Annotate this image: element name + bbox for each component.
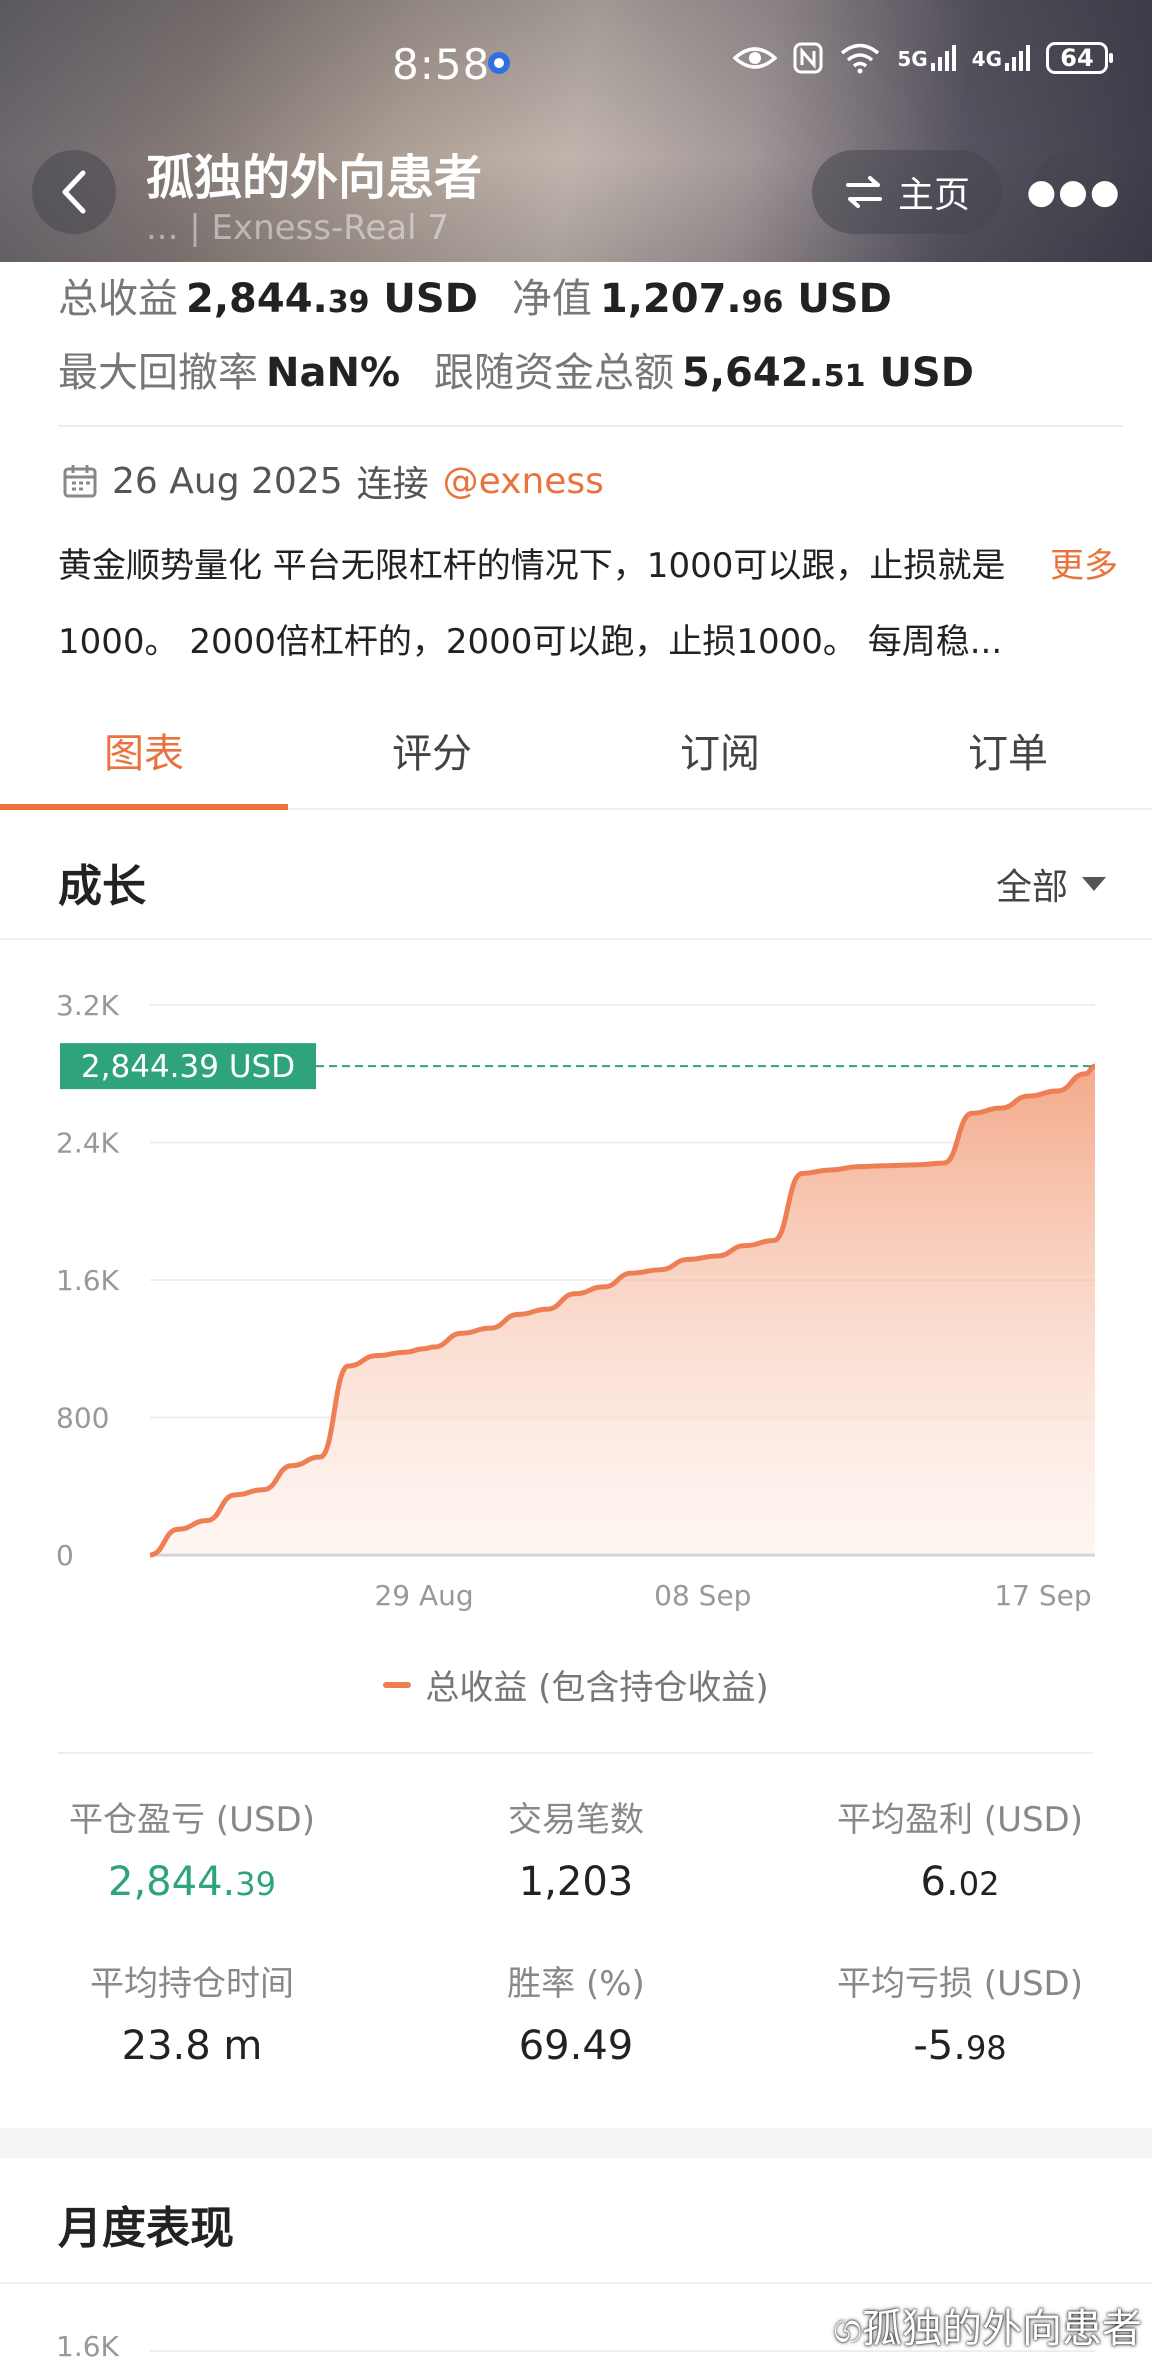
summary-row-2: 最大回撤率 NaN% 跟随资金总额 5,642.51 USD bbox=[58, 340, 1118, 414]
range-dropdown[interactable]: 全部 bbox=[996, 858, 1106, 910]
stat-win-rate: 胜率 (%) 69.49 bbox=[384, 1956, 768, 2069]
connect-label: 连接 bbox=[356, 464, 429, 505]
tab-bar: 图表 评分 订阅 订单 bbox=[0, 690, 1152, 810]
signal-5g-icon: 5G bbox=[897, 45, 956, 71]
stat-label: 平均持仓时间 bbox=[90, 1964, 294, 2004]
y-tick-label: 2.4K bbox=[56, 1127, 120, 1160]
stat-label: 交易笔数 bbox=[508, 1800, 644, 1840]
watermark: ග孤独的外向患者 bbox=[833, 2306, 1142, 2352]
battery-icon: 64 bbox=[1046, 42, 1113, 74]
x-tick-label: 29 Aug bbox=[374, 1579, 473, 1612]
stat-value: 1,203 bbox=[518, 1859, 634, 1905]
stat-value: 2,844.39 bbox=[108, 1859, 276, 1905]
status-time: 8:58 bbox=[392, 40, 491, 89]
profile-header: 8:58 5G 4G 64 孤独的外向患者 ... | Exness-Real … bbox=[0, 0, 1152, 262]
tab-subscribe[interactable]: 订阅 bbox=[576, 690, 864, 808]
stat-value: 69.49 bbox=[518, 2023, 634, 2069]
monthly-y-tick: 1.6K bbox=[56, 2330, 119, 2363]
follow-funds-value: 5,642.51 USD bbox=[682, 350, 974, 396]
growth-title: 成长 bbox=[58, 861, 146, 912]
legend-swatch bbox=[383, 1681, 412, 1688]
summary-divider bbox=[58, 425, 1123, 427]
stat-value: 23.8 m bbox=[121, 2023, 263, 2069]
stat-label: 胜率 (%) bbox=[507, 1964, 645, 2004]
stat-label: 平仓盈亏 (USD) bbox=[69, 1800, 315, 1840]
growth-header: 成长 全部 bbox=[0, 810, 1152, 940]
legend-label: 总收益 (包含持仓收益) bbox=[425, 1668, 769, 1708]
home-button-label: 主页 bbox=[897, 175, 970, 216]
home-button[interactable]: 主页 bbox=[812, 150, 1002, 234]
tab-orders[interactable]: 订单 bbox=[864, 690, 1152, 808]
nfc-icon bbox=[793, 42, 823, 74]
swap-icon bbox=[845, 176, 882, 208]
stat-avg-hold-time: 平均持仓时间 23.8 m bbox=[0, 1956, 384, 2069]
max-drawdown-value: NaN% bbox=[266, 350, 401, 396]
status-icons: 5G 4G 64 bbox=[733, 42, 1113, 74]
equity-label: 净值 bbox=[511, 276, 592, 322]
stat-closed-pnl: 平仓盈亏 (USD) 2,844.39 bbox=[0, 1792, 384, 1905]
monthly-divider bbox=[0, 2282, 1152, 2284]
description-text: 黄金顺势量化 平台无限杠杆的情况下，1000可以跟，止损就是1000。 2000… bbox=[58, 546, 1006, 662]
broker-link[interactable]: @exness bbox=[443, 461, 604, 502]
area-fill bbox=[150, 1066, 1095, 1555]
monthly-title: 月度表现 bbox=[58, 2203, 234, 2254]
total-profit-label: 总收益 bbox=[58, 276, 178, 322]
y-tick-label: 3.2K bbox=[56, 989, 120, 1022]
eye-icon bbox=[733, 47, 778, 69]
stat-trade-count: 交易笔数 1,203 bbox=[384, 1792, 768, 1905]
x-tick-label: 08 Sep bbox=[654, 1579, 751, 1612]
stats-divider bbox=[58, 1752, 1093, 1754]
stat-label: 平均盈利 (USD) bbox=[837, 1800, 1083, 1840]
tab-chart[interactable]: 图表 bbox=[0, 690, 288, 810]
y-tick-label: 0 bbox=[56, 1539, 74, 1572]
account-subtitle: ... | Exness-Real 7 bbox=[146, 208, 449, 248]
stat-value: 6.02 bbox=[920, 1859, 1000, 1905]
y-tick-label: 1.6K bbox=[56, 1264, 120, 1297]
chart-legend: 总收益 (包含持仓收益) bbox=[0, 1660, 1152, 1709]
page-title: 孤独的外向患者 bbox=[146, 150, 483, 206]
weibo-logo-icon: ග bbox=[833, 2306, 862, 2352]
calendar-icon bbox=[63, 465, 97, 498]
x-tick-label: 17 Sep bbox=[994, 1579, 1091, 1612]
back-button[interactable] bbox=[32, 150, 116, 234]
signal-4g-icon: 4G bbox=[972, 45, 1030, 71]
follow-funds-label: 跟随资金总额 bbox=[434, 350, 675, 396]
stat-avg-profit: 平均盈利 (USD) 6.02 bbox=[768, 1792, 1152, 1905]
status-bar: 8:58 5G 4G 64 bbox=[0, 0, 1152, 130]
stat-value: -5.98 bbox=[913, 2023, 1007, 2069]
equity-value: 1,207.96 USD bbox=[599, 276, 892, 322]
more-options-button[interactable]: ●●● bbox=[1027, 150, 1120, 234]
growth-chart: 3.2K 2.4K 1.6K 800 0 29 Aug 08 Sep 17 Sep 2,844.… bbox=[56, 989, 1096, 1612]
summary-row-1: 总收益 2,844.39 USD 净值 1,207.96 USD bbox=[58, 266, 1118, 340]
triangle-down-icon bbox=[1082, 877, 1106, 891]
stat-avg-loss: 平均亏损 (USD) -5.98 bbox=[768, 1956, 1152, 2069]
wifi-icon bbox=[841, 43, 880, 74]
strategy-description: 更多 黄金顺势量化 平台无限杠杆的情况下，1000可以跟，止损就是1000。 2… bbox=[58, 528, 1118, 680]
chevron-left-icon bbox=[62, 170, 86, 214]
account-summary: 总收益 2,844.39 USD 净值 1,207.96 USD 最大回撤率 N… bbox=[58, 266, 1118, 414]
start-date: 26 Aug 2025 bbox=[112, 460, 343, 502]
max-drawdown-label: 最大回撤率 bbox=[58, 350, 258, 396]
ellipsis-icon: ●●● bbox=[1026, 172, 1122, 212]
total-profit-value: 2,844.39 USD bbox=[186, 276, 478, 322]
meta-row: 26 Aug 2025 连接 @exness bbox=[62, 455, 604, 507]
recording-indicator-icon bbox=[488, 52, 510, 74]
range-value: 全部 bbox=[995, 867, 1068, 908]
current-value-label: 2,844.39 USD bbox=[81, 1049, 295, 1085]
stat-label: 平均亏损 (USD) bbox=[837, 1964, 1083, 2004]
tab-rating[interactable]: 评分 bbox=[288, 690, 576, 808]
section-separator bbox=[0, 2128, 1152, 2158]
y-tick-label: 800 bbox=[56, 1402, 109, 1435]
more-link[interactable]: 更多 bbox=[1050, 528, 1118, 604]
